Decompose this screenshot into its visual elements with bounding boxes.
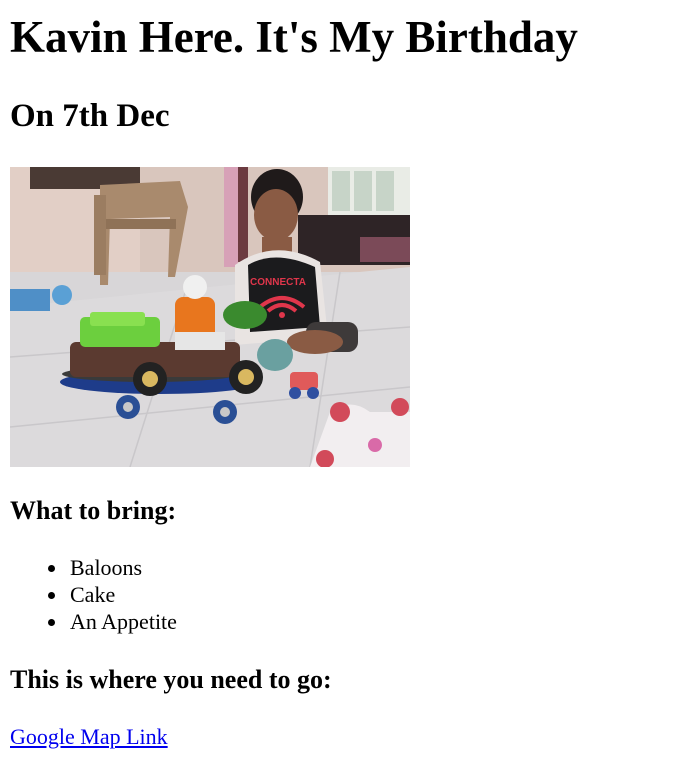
- list-item: Baloons: [48, 554, 177, 581]
- shirt-text: CONNECTA: [250, 277, 306, 288]
- bring-heading: What to bring:: [10, 496, 177, 525]
- list-item: Cake: [48, 581, 177, 608]
- bring-list: Baloons Cake An Appetite: [10, 554, 177, 635]
- birthday-photo: CONNECTA: [10, 167, 410, 467]
- page-title: Kavin Here. It's My Birthday: [10, 12, 578, 62]
- list-item: An Appetite: [48, 609, 177, 634]
- location-heading: This is where you need to go:: [10, 665, 332, 694]
- google-map-link[interactable]: Google Map Link: [10, 723, 168, 750]
- date-heading: On 7th Dec: [10, 98, 170, 134]
